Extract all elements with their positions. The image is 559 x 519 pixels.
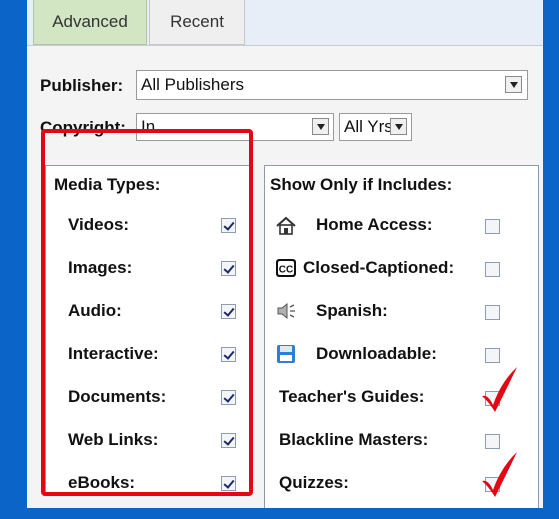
closed-captioned-label: Closed-Captioned: bbox=[303, 258, 455, 277]
spanish-label: Spanish: bbox=[316, 301, 388, 320]
closed-captioned-checkbox[interactable] bbox=[485, 262, 500, 277]
blackline-masters-checkbox[interactable] bbox=[485, 434, 500, 449]
floppy-disk-icon bbox=[277, 345, 295, 363]
publisher-value: All Publishers bbox=[141, 75, 244, 94]
chevron-down-icon[interactable] bbox=[312, 118, 329, 135]
copyright-years-select[interactable]: All Yrs. bbox=[339, 113, 412, 141]
quizzes-label: Quizzes: bbox=[279, 473, 349, 492]
speaker-icon bbox=[277, 302, 295, 320]
home-access-label: Home Access: bbox=[316, 215, 433, 234]
spanish-checkbox[interactable] bbox=[485, 305, 500, 320]
publisher-label: Publisher: bbox=[40, 76, 124, 95]
cc-icon: CC bbox=[276, 259, 296, 277]
chevron-down-icon[interactable] bbox=[390, 118, 407, 135]
red-check-mark-icon bbox=[482, 452, 517, 497]
svg-text:CC: CC bbox=[279, 265, 293, 276]
tab-advanced[interactable]: Advanced bbox=[33, 0, 147, 45]
highlight-box bbox=[41, 129, 253, 496]
red-check-mark-icon bbox=[482, 367, 517, 412]
blackline-masters-label: Blackline Masters: bbox=[279, 430, 429, 449]
publisher-select[interactable]: All Publishers bbox=[136, 70, 528, 100]
home-access-checkbox[interactable] bbox=[485, 219, 500, 234]
tab-bar: Advanced Recent bbox=[27, 0, 543, 46]
teachers-guides-label: Teacher's Guides: bbox=[279, 387, 425, 406]
downloadable-checkbox[interactable] bbox=[485, 348, 500, 363]
home-icon bbox=[276, 216, 296, 235]
tab-recent[interactable]: Recent bbox=[149, 0, 245, 45]
chevron-down-icon[interactable] bbox=[505, 76, 522, 93]
search-filter-panel: Advanced Recent Publisher: All Publisher… bbox=[27, 0, 543, 508]
downloadable-label: Downloadable: bbox=[316, 344, 437, 363]
show-only-title: Show Only if Includes: bbox=[270, 175, 453, 194]
